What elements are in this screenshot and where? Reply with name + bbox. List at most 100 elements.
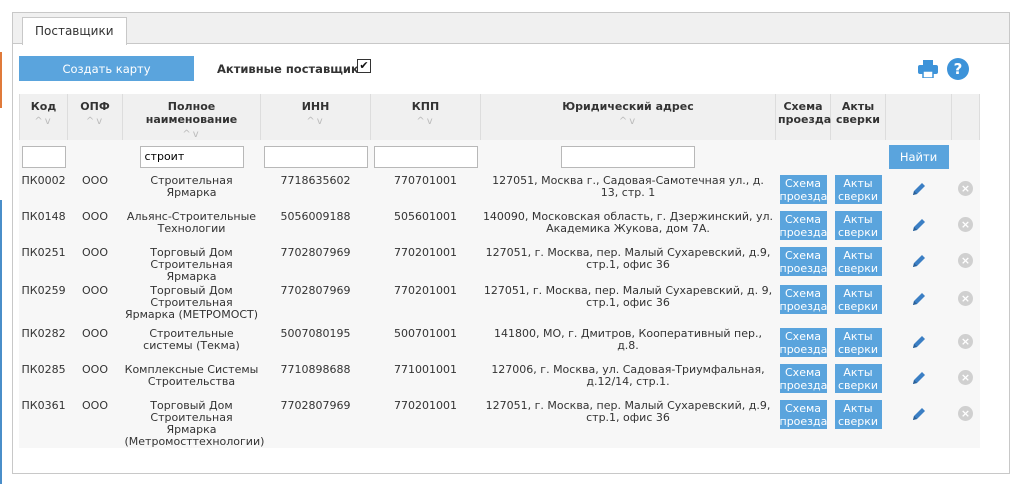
help-icon[interactable]: ? [947, 58, 969, 80]
close-circle-icon[interactable]: × [958, 406, 973, 421]
header-kpp[interactable]: КПП ^v [370, 94, 481, 140]
close-circle-icon[interactable]: × [958, 291, 973, 306]
cell-name: Строительные системы (Текма) [143, 327, 240, 352]
cell-code: ПК0259 [21, 284, 66, 297]
header-code[interactable]: Код ^v [19, 94, 68, 140]
route-scheme-button[interactable]: Схема проезда [779, 175, 827, 204]
cell-name: Торговый Дом Строительная Ярмарка (МЕТРО… [124, 284, 259, 321]
sort-arrows-icon[interactable]: ^v [70, 116, 120, 127]
cell-inn: 7702807969 [280, 399, 351, 412]
cell-acts: Акты сверки [831, 245, 886, 283]
cell-delete: × [952, 209, 980, 245]
reconciliation-acts-button[interactable]: Акты сверки [834, 175, 882, 204]
cell-inn: 7702807969 [280, 284, 351, 297]
printer-icon[interactable] [918, 60, 938, 78]
code-filter-input[interactable] [21, 145, 66, 168]
sort-arrows-icon[interactable]: ^v [263, 116, 368, 127]
filter-row: Найти [19, 140, 980, 173]
cell-edit [886, 173, 952, 209]
cell-kpp: 500701001 [394, 327, 457, 340]
header-address[interactable]: Юридический адрес ^v [480, 94, 776, 140]
name-filter-input[interactable] [139, 145, 244, 168]
header-inn[interactable]: ИНН ^v [260, 94, 371, 140]
reconciliation-acts-button[interactable]: Акты сверки [834, 285, 882, 314]
close-circle-icon[interactable]: × [958, 181, 973, 196]
pencil-icon[interactable] [911, 291, 927, 307]
sort-arrows-icon[interactable]: ^v [22, 116, 65, 127]
cell-code: ПК0361 [21, 399, 66, 412]
cell-address: 127006, г. Москва, ул. Садовая-Триумфаль… [491, 363, 765, 388]
sort-arrows-icon[interactable]: ^v [373, 116, 478, 127]
cell-opf: ООО [82, 327, 108, 340]
route-scheme-button[interactable]: Схема проезда [779, 285, 827, 314]
cell-name: Комплексные Системы Строительства [124, 363, 259, 388]
cell-acts: Акты сверки [831, 362, 886, 398]
cell-code: ПК0251 [21, 246, 66, 259]
cell-name: Торговый Дом Строительная Ярмарка (Метро… [124, 399, 265, 448]
tab-suppliers[interactable]: Поставщики [22, 17, 127, 45]
pencil-icon[interactable] [911, 253, 927, 269]
cell-scheme: Схема проезда [776, 209, 831, 245]
reconciliation-acts-button[interactable]: Акты сверки [834, 400, 882, 429]
reconciliation-acts-button[interactable]: Акты сверки [834, 211, 882, 240]
sort-arrows-icon[interactable]: ^v [125, 129, 258, 140]
close-circle-icon[interactable]: × [958, 334, 973, 349]
pencil-icon[interactable] [911, 217, 927, 233]
header-delete [951, 94, 980, 140]
cell-edit [886, 283, 952, 326]
cell-address: 140090, Московская область, г. Дзержинск… [482, 210, 774, 235]
cell-name: Строительная Ярмарка [150, 174, 233, 199]
cell-opf: ООО [82, 174, 108, 187]
pencil-icon[interactable] [911, 181, 927, 197]
cell-address: 141800, МО, г. Дмитров, Кооперативный пе… [494, 327, 762, 352]
find-button[interactable]: Найти [888, 144, 949, 169]
reconciliation-acts-button[interactable]: Акты сверки [834, 328, 882, 357]
address-filter-input[interactable] [561, 145, 695, 168]
route-scheme-button[interactable]: Схема проезда [779, 400, 827, 429]
sort-arrows-icon[interactable]: ^v [483, 116, 773, 127]
cell-edit [886, 326, 952, 362]
table-row[interactable]: ПК0282 ООО Строительные системы (Текма) 500… [20, 326, 980, 362]
cell-code: ПК0148 [21, 210, 66, 223]
cell-opf: ООО [82, 399, 108, 412]
route-scheme-button[interactable]: Схема проезда [779, 364, 827, 393]
route-scheme-button[interactable]: Схема проезда [779, 247, 827, 276]
pencil-icon[interactable] [911, 370, 927, 386]
header-acts: Акты сверки [830, 94, 886, 140]
create-supplier-button[interactable]: Создать карту поставщика... [19, 56, 194, 101]
route-scheme-button[interactable]: Схема проезда [779, 328, 827, 357]
table-row[interactable]: ПК0251 ООО Торговый Дом Строительная Ярмар… [20, 245, 980, 283]
window-edge-accent [0, 52, 2, 108]
table-row[interactable]: ПК0148 ООО Альянс-Строительные Технологии 5… [20, 209, 980, 245]
cell-code: ПК0285 [21, 363, 66, 376]
pencil-icon[interactable] [911, 406, 927, 422]
cell-delete: × [952, 283, 980, 326]
header-name[interactable]: Полное наименование ^v [122, 94, 261, 140]
cell-kpp: 505601001 [394, 210, 457, 223]
cell-address: 127051, Москва г., Садовая-Самотечная ул… [492, 174, 764, 199]
pencil-icon[interactable] [911, 334, 927, 350]
table-row[interactable]: ПК0285 ООО Комплексные Системы Строительст… [20, 362, 980, 398]
cell-scheme: Схема проезда [776, 245, 831, 283]
active-suppliers-checkbox[interactable]: ✔ [357, 59, 371, 73]
table-row[interactable]: ПК0259 ООО Торговый Дом Строительная Ярмар… [20, 283, 980, 326]
reconciliation-acts-button[interactable]: Акты сверки [834, 247, 882, 276]
close-circle-icon[interactable]: × [958, 253, 973, 268]
cell-acts: Акты сверки [831, 326, 886, 362]
cell-edit [886, 209, 952, 245]
kpp-filter-input[interactable] [373, 145, 478, 168]
cell-acts: Акты сверки [831, 173, 886, 209]
route-scheme-button[interactable]: Схема проезда [779, 211, 827, 240]
cell-kpp: 771001001 [394, 363, 457, 376]
reconciliation-acts-button[interactable]: Акты сверки [834, 364, 882, 393]
header-opf[interactable]: ОПФ ^v [67, 94, 123, 140]
close-circle-icon[interactable]: × [958, 217, 973, 232]
cell-edit [886, 245, 952, 283]
tab-bar: Поставщики [13, 13, 1009, 45]
table-row[interactable]: ПК0002 ООО Строительная Ярмарка 7718635602 7… [20, 173, 980, 209]
inn-filter-input[interactable] [263, 145, 368, 168]
table-row[interactable]: ПК0361 ООО Торговый Дом Строительная Ярмар… [20, 398, 980, 448]
cell-edit [886, 398, 952, 448]
close-circle-icon[interactable]: × [958, 370, 973, 385]
cell-name: Альянс-Строительные Технологии [126, 210, 257, 235]
